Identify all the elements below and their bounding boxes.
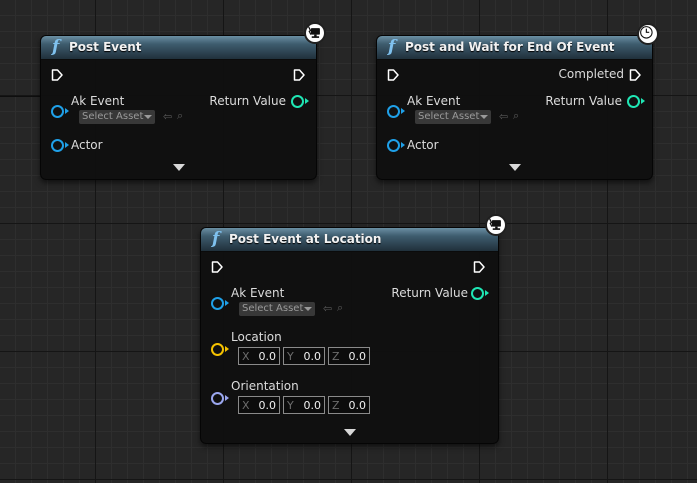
pin-arrow xyxy=(65,108,69,114)
select-asset-text: Select Asset xyxy=(418,111,480,122)
browse-search-icon[interactable]: ⌕ xyxy=(513,110,519,122)
actor-label: Actor xyxy=(71,138,103,152)
location-x-field[interactable]: X 0.0 xyxy=(238,347,280,365)
networked-icon xyxy=(485,214,507,236)
return-value-pin[interactable] xyxy=(627,95,640,108)
node-header[interactable]: f Post Event at Location xyxy=(201,228,498,252)
select-asset-text: Select Asset xyxy=(242,303,304,314)
pin-arrow xyxy=(401,142,405,148)
pin-arrow xyxy=(225,395,229,401)
expand-arrow-icon[interactable] xyxy=(509,164,521,171)
y-axis-label: Y xyxy=(287,350,294,363)
z-axis-label: Z xyxy=(332,399,340,412)
node-title: Post and Wait for End Of Event xyxy=(405,40,615,54)
pin-arrow xyxy=(401,108,405,114)
node-title: Post Event xyxy=(69,40,142,54)
chevron-down-icon xyxy=(304,307,312,311)
orientation-x-field[interactable]: X 0.0 xyxy=(238,396,280,414)
orientation-vector-input: X 0.0 Y 0.0 Z 0.0 xyxy=(238,396,370,414)
location-vector-input: X 0.0 Y 0.0 Z 0.0 xyxy=(238,347,370,365)
ak-event-pin[interactable] xyxy=(51,105,64,118)
chevron-down-icon xyxy=(144,115,152,119)
orientation-label: Orientation xyxy=(231,379,299,393)
select-asset-dropdown[interactable]: Select Asset xyxy=(79,110,155,124)
z-axis-label: Z xyxy=(332,350,340,363)
x-value: 0.0 xyxy=(258,399,277,412)
orientation-y-field[interactable]: Y 0.0 xyxy=(283,396,325,414)
function-icon: f xyxy=(212,229,220,249)
y-value: 0.0 xyxy=(303,399,322,412)
x-axis-label: X xyxy=(242,350,250,363)
use-selected-arrow-icon[interactable]: ⇦ xyxy=(163,111,172,123)
browse-search-icon[interactable]: ⌕ xyxy=(337,302,343,314)
expand-arrow-icon[interactable] xyxy=(344,429,356,436)
location-label: Location xyxy=(231,330,282,344)
select-asset-dropdown[interactable]: Select Asset xyxy=(239,302,315,316)
node-header[interactable]: f Post Event xyxy=(41,36,316,60)
node-post-and-wait[interactable]: f Post and Wait for End Of Event Complet… xyxy=(376,35,653,180)
orientation-z-field[interactable]: Z 0.0 xyxy=(328,396,370,414)
completed-label: Completed xyxy=(558,67,624,81)
ak-event-label: Ak Event xyxy=(71,94,125,108)
z-value: 0.0 xyxy=(348,350,367,363)
node-title: Post Event at Location xyxy=(229,232,382,246)
use-selected-arrow-icon[interactable]: ⇦ xyxy=(323,303,332,315)
exec-in-pin[interactable] xyxy=(211,261,223,273)
ak-event-pin[interactable] xyxy=(211,297,224,310)
z-value: 0.0 xyxy=(348,399,367,412)
return-value-label: Return Value xyxy=(391,286,468,300)
browse-search-icon[interactable]: ⌕ xyxy=(177,110,183,122)
completed-exec-pin[interactable] xyxy=(629,69,641,81)
function-icon: f xyxy=(52,37,60,57)
location-z-field[interactable]: Z 0.0 xyxy=(328,347,370,365)
pin-arrow xyxy=(485,290,489,296)
pin-arrow xyxy=(305,98,309,104)
actor-pin[interactable] xyxy=(387,139,400,152)
exec-in-pin[interactable] xyxy=(51,69,63,81)
function-icon: f xyxy=(388,37,396,57)
actor-pin[interactable] xyxy=(51,139,64,152)
return-value-label: Return Value xyxy=(209,94,286,108)
exec-in-pin[interactable] xyxy=(387,69,399,81)
y-value: 0.0 xyxy=(303,350,322,363)
ak-event-label: Ak Event xyxy=(231,286,285,300)
return-value-pin[interactable] xyxy=(471,287,484,300)
x-value: 0.0 xyxy=(258,350,277,363)
actor-label: Actor xyxy=(407,138,439,152)
orientation-pin[interactable] xyxy=(211,392,224,405)
node-post-event[interactable]: f Post Event Ak Event Select Asset ⇦ ⌕ R… xyxy=(40,35,317,180)
graph-wire xyxy=(0,96,40,97)
exec-out-pin[interactable] xyxy=(473,261,485,273)
location-pin[interactable] xyxy=(211,343,224,356)
pin-arrow xyxy=(641,98,645,104)
pin-arrow xyxy=(225,346,229,352)
x-axis-label: X xyxy=(242,399,250,412)
pin-arrow xyxy=(65,142,69,148)
expand-arrow-icon[interactable] xyxy=(173,164,185,171)
node-post-event-at-location[interactable]: f Post Event at Location Ak Event Select… xyxy=(200,227,499,444)
ak-event-pin[interactable] xyxy=(387,105,400,118)
node-header[interactable]: f Post and Wait for End Of Event xyxy=(377,36,652,60)
select-asset-text: Select Asset xyxy=(82,111,144,122)
return-value-label: Return Value xyxy=(545,94,622,108)
exec-out-pin[interactable] xyxy=(293,69,305,81)
ak-event-label: Ak Event xyxy=(407,94,461,108)
location-y-field[interactable]: Y 0.0 xyxy=(283,347,325,365)
clock-icon xyxy=(637,23,659,45)
return-value-pin[interactable] xyxy=(291,95,304,108)
chevron-down-icon xyxy=(480,115,488,119)
use-selected-arrow-icon[interactable]: ⇦ xyxy=(499,111,508,123)
select-asset-dropdown[interactable]: Select Asset xyxy=(415,110,491,124)
pin-arrow xyxy=(225,300,229,306)
y-axis-label: Y xyxy=(287,399,294,412)
networked-icon xyxy=(304,22,326,44)
